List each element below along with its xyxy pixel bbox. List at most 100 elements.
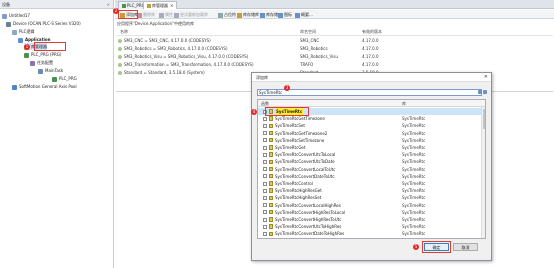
library-file-icon [269, 159, 273, 165]
checkbox[interactable] [263, 159, 267, 164]
library-result-item[interactable]: SysTimeRtcConvertUtcToHighRes SysTimeRtc [258, 223, 485, 230]
library-result-item[interactable]: SysTimeRtcConvertDateToHighRes SysTimeRtc [258, 230, 485, 237]
checkbox[interactable] [263, 188, 267, 193]
checkbox[interactable] [263, 116, 267, 121]
tree-item-plc-logic[interactable]: PLC逻辑 [12, 28, 34, 35]
vertical-scrollbar[interactable] [481, 107, 485, 238]
tree-item-plc-prg-call[interactable]: PLC_PRG [52, 75, 77, 82]
properties-button[interactable]: 属性 [159, 11, 173, 18]
library-result-item[interactable]: SysTimeRtcGetTimezone SysTimeRtc [258, 115, 485, 122]
result-item-library: SysTimeRtc [402, 202, 426, 208]
library-file-icon [269, 217, 273, 222]
checkbox[interactable] [263, 181, 267, 186]
checkbox[interactable] [263, 145, 267, 150]
library-file-icon [269, 188, 273, 193]
result-item-name: SysTimeRtcGetTimezone2 [275, 130, 328, 136]
library-result-item[interactable]: SysTimeRtcConvertLocalHighRes SysTimeRtc [258, 202, 485, 209]
library-result-item[interactable]: SysTimeRtcGetTimezone2 SysTimeRtc [258, 130, 485, 137]
result-item-library: SysTimeRtc [402, 130, 426, 136]
result-item-library: SysTimeRtc [402, 152, 426, 158]
library-row[interactable]: SM3_Robotics_Visu = SM3_Robotics_Visu, 4… [118, 53, 552, 61]
library-row[interactable]: SM3_Robotics = SM3_Robotics, 4.17.0.0 (C… [118, 45, 552, 53]
checkbox[interactable] [263, 123, 267, 128]
library-result-item[interactable]: SysTimeRtcHighResSet SysTimeRtc [258, 194, 485, 201]
search-value: SysTimeRtc [259, 90, 283, 95]
library-namespace: SM3_Robotics [300, 46, 328, 51]
library-result-item[interactable]: SysTimeRtcGet SysTimeRtc [258, 144, 485, 151]
checkbox[interactable] [263, 131, 267, 136]
tree-item-task-config[interactable]: 任务配置 [30, 59, 53, 66]
result-item-name: SysTimeRtcGet [275, 145, 306, 150]
library-result-item[interactable]: SysTimeRtcHighResGet SysTimeRtc [258, 187, 485, 194]
library-namespace: TRAFO [300, 62, 314, 67]
filter-icon[interactable] [483, 90, 487, 94]
library-file-icon [269, 209, 273, 215]
library-file-icon [269, 130, 273, 136]
result-item-name: SysTimeRtcConvertHighResToUtc [275, 217, 342, 222]
device-panel-title-text: 设备 [2, 2, 10, 7]
library-result-item[interactable]: SysTimeRtcConvertDateToUtc SysTimeRtc [258, 173, 485, 180]
library-result-item[interactable]: SysTimeRtcControl SysTimeRtc [258, 180, 485, 187]
checkbox[interactable] [263, 195, 267, 200]
library-result-item[interactable]: SysTimeRtcSetTimezone SysTimeRtc [258, 137, 485, 144]
tree-item-maintask[interactable]: MainTask [38, 67, 63, 74]
library-file-icon [269, 202, 273, 208]
result-item-library: SysTimeRtc [402, 137, 426, 143]
library-repository-button[interactable]: 库存储库 [237, 11, 259, 18]
close-icon[interactable]: ✕ [484, 73, 488, 82]
checkbox[interactable] [263, 217, 267, 222]
close-icon[interactable]: × [107, 0, 110, 9]
library-result-item[interactable]: SysTimeRtcConvertUtcToDate SysTimeRtc [258, 158, 485, 165]
result-list-header: 函数 库 [258, 100, 485, 107]
tree-item-label: PLC_PRG (PRG) [31, 52, 62, 57]
library-result-item[interactable]: SysTimeRtcSet SysTimeRtc [258, 122, 485, 129]
tree-item-device[interactable]: Device (OCAN PLC-S Series V320) [6, 20, 81, 27]
scrollbar-thumb[interactable] [482, 109, 485, 129]
checkbox[interactable] [263, 203, 267, 208]
tree-item-project[interactable]: Untitled17 [2, 12, 30, 19]
library-file-icon [269, 231, 273, 237]
device-panel-title: 设备 × [0, 0, 113, 9]
placeholder-button[interactable]: 占位符 [218, 11, 236, 18]
result-item-name: SysTimeRtcGetTimezone [275, 116, 325, 122]
result-item-library: SysTimeRtc [402, 159, 426, 165]
try-reload-button[interactable]: 尝试重新加载库 [174, 11, 208, 18]
placeholder-label: 占位符 [224, 12, 236, 17]
close-icon[interactable]: × [170, 3, 173, 8]
library-search-input[interactable]: SysTimeRtc [257, 89, 482, 96]
library-profiles-button[interactable]: 库存储 [260, 11, 278, 18]
checkbox[interactable] [263, 231, 267, 236]
checkbox[interactable] [263, 224, 267, 229]
step-marker-3: 3 [284, 85, 290, 91]
header-namespace: 命名空间 [300, 29, 316, 34]
result-item-name: SysTimeRtcConvertDateToUtc [275, 173, 335, 179]
library-result-item[interactable]: SysTimeRtcConvertLocalToUtc SysTimeRtc [258, 166, 485, 173]
result-item-library: SysTimeRtc [402, 224, 426, 230]
checkbox[interactable] [263, 138, 267, 143]
tab-library-manager[interactable]: 库管理器 × [143, 1, 178, 9]
checkbox[interactable] [263, 174, 267, 179]
library-status-icon [118, 63, 122, 67]
checkbox[interactable] [263, 152, 267, 157]
tree-item-plc-prg[interactable]: PLC_PRG (PRG) [24, 51, 61, 58]
library-name: Standard = Standard, 3.5.18.0 (System) [124, 70, 205, 75]
library-row[interactable]: SM3_CNC = SM3_CNC, 4.17.0.0 (CODESYS) SM… [118, 37, 552, 45]
icons-button[interactable]: 图标 [278, 11, 292, 18]
checkbox[interactable] [263, 167, 267, 172]
tab-label: 库管理器 [152, 3, 168, 8]
highlight-box-library-manager [34, 42, 66, 51]
tree-item-softmotion-pool[interactable]: SoftMotion General Axis Pool [12, 83, 77, 90]
library-result-item[interactable]: SysTimeRtcConvertHighResToLocal SysTimeRt… [258, 209, 485, 216]
library-result-item[interactable]: SysTimeRtcConvertHighResToUtc SysTimeRtc [258, 216, 485, 223]
library-row[interactable]: SM3_Transformation = SM3_Transformation,… [118, 61, 552, 69]
tree-item-label: 任务配置 [37, 60, 53, 65]
profiles-icon [260, 12, 265, 18]
delete-library-button[interactable]: 删除库 [137, 11, 155, 18]
icons-icon [278, 12, 283, 18]
search-icon[interactable] [478, 90, 482, 94]
checkbox[interactable] [263, 210, 267, 215]
cancel-button[interactable]: 取消 [453, 243, 478, 251]
result-item-name: SysTimeRtcConvertUtcToDate [275, 159, 335, 165]
library-result-item[interactable]: SysTimeRtcConvertUtcToLocal SysTimeRtc [258, 151, 485, 158]
overview-button[interactable]: 概要... [295, 11, 313, 18]
